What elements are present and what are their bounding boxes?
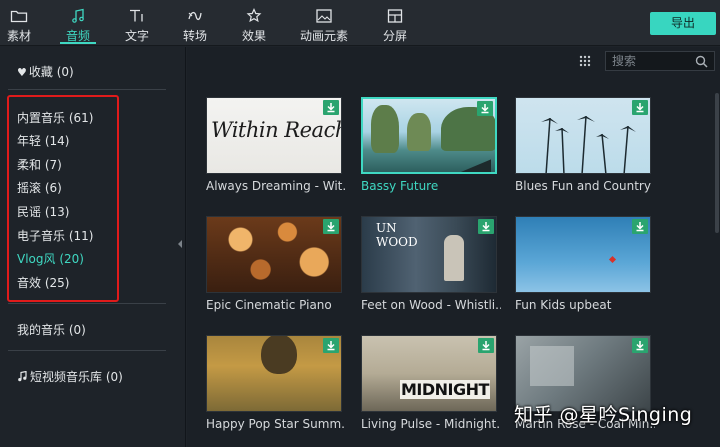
card-thumbnail <box>515 97 651 174</box>
palm-trees <box>541 115 636 173</box>
divider <box>8 303 166 304</box>
card-title: Epic Cinematic Piano <box>206 298 332 312</box>
transition-icon <box>188 11 202 21</box>
text-icon <box>130 9 143 22</box>
tab-split-screen[interactable]: 分屏 <box>375 0 415 46</box>
card-title: Always Dreaming - Wit... <box>206 179 346 193</box>
collapse-arrow-icon[interactable] <box>178 240 182 248</box>
card-title: Happy Pop Star Summ... <box>206 417 346 431</box>
card-title: Bassy Future <box>361 179 439 193</box>
divider <box>8 350 166 351</box>
search-icon[interactable] <box>695 55 708 68</box>
tab-label: 动画元素 <box>299 29 348 43</box>
watermark: 知乎 @星吟Singing <box>514 404 693 426</box>
thumb-title-text: Within Reach <box>211 118 342 142</box>
rock-formation <box>407 113 431 151</box>
folder-icon <box>10 10 28 23</box>
tab-label: 素材 <box>6 29 31 43</box>
sidebar-item-short-video-library[interactable]: 短视频音乐库 (0) <box>17 368 123 385</box>
music-library-panel: Within Reach Always Dreaming - Wit... Ba… <box>187 47 720 447</box>
download-icon[interactable] <box>477 101 493 116</box>
export-button[interactable]: 导出 <box>650 12 716 35</box>
download-icon[interactable] <box>632 219 648 234</box>
tab-audio[interactable]: 音频 <box>58 0 98 46</box>
sidebar-item-my-music[interactable]: 我的音乐 (0) <box>17 321 86 338</box>
tab-label: 文字 <box>124 29 149 43</box>
image-icon <box>316 9 332 23</box>
top-toolbar: 素材 音频 文字 转场 效果 动画元素 分屏 导出 <box>0 0 720 46</box>
card-thumbnail <box>361 97 497 174</box>
download-icon[interactable] <box>478 338 494 353</box>
tab-media[interactable]: 素材 <box>0 0 38 46</box>
tab-label: 分屏 <box>382 29 407 43</box>
grid-view-icon[interactable] <box>579 55 591 67</box>
hot-air-balloon <box>261 336 297 374</box>
music-note-icon <box>72 8 84 23</box>
person-figure <box>444 235 464 281</box>
download-icon[interactable] <box>632 100 648 115</box>
sidebar-item-favorites[interactable]: ♥ 收藏 (0) <box>17 63 74 80</box>
split-screen-icon <box>387 9 403 23</box>
category-sidebar: ♥ 收藏 (0) 内置音乐 (61) 年轻 (14) 柔和 (7) 摇滚 (6) … <box>0 47 186 447</box>
content-toolbar <box>187 47 720 75</box>
card-thumbnail: Within Reach <box>206 97 342 174</box>
heart-icon: ♥ <box>17 66 27 79</box>
thumb-title-text: MIDNIGHT <box>400 380 490 399</box>
card-thumbnail: MIDNIGHT <box>361 335 497 412</box>
tab-effects[interactable]: 效果 <box>235 0 273 46</box>
tab-transitions[interactable]: 转场 <box>175 0 215 46</box>
boat-bow <box>449 159 491 172</box>
card-thumbnail <box>206 216 342 293</box>
thumb-title-text: UN WOOD <box>376 221 418 249</box>
music-note-icon <box>18 370 27 382</box>
card-thumbnail: UN WOOD <box>361 216 497 293</box>
scrollbar[interactable] <box>715 93 719 233</box>
window-detail <box>530 346 574 386</box>
card-title: Feet on Wood - Whistli... <box>361 298 501 312</box>
tab-label: 效果 <box>241 29 266 43</box>
card-title: Living Pulse - Midnight... <box>361 417 501 431</box>
card-title: Blues Fun and Country <box>515 179 651 193</box>
tab-text[interactable]: 文字 <box>118 0 156 46</box>
card-thumbnail <box>515 216 651 293</box>
divider <box>8 89 166 90</box>
card-thumbnail <box>206 335 342 412</box>
annotation-highlight-box <box>7 95 119 302</box>
download-icon[interactable] <box>323 100 339 115</box>
download-icon[interactable] <box>323 338 339 353</box>
kite <box>608 255 617 264</box>
card-title: Fun Kids upbeat <box>515 298 612 312</box>
rock-formation <box>371 105 399 153</box>
tab-label: 转场 <box>182 29 207 43</box>
download-icon[interactable] <box>478 219 494 234</box>
effects-icon <box>246 8 262 23</box>
search-box <box>605 51 715 71</box>
sidebar-item-label: 收藏 (0) <box>28 65 74 79</box>
search-input[interactable] <box>612 53 692 69</box>
download-icon[interactable] <box>323 219 339 234</box>
download-icon[interactable] <box>632 338 648 353</box>
tab-label: 音频 <box>65 29 90 43</box>
sidebar-item-label: 短视频音乐库 (0) <box>30 370 123 384</box>
tab-animated-elements[interactable]: 动画元素 <box>297 0 351 46</box>
